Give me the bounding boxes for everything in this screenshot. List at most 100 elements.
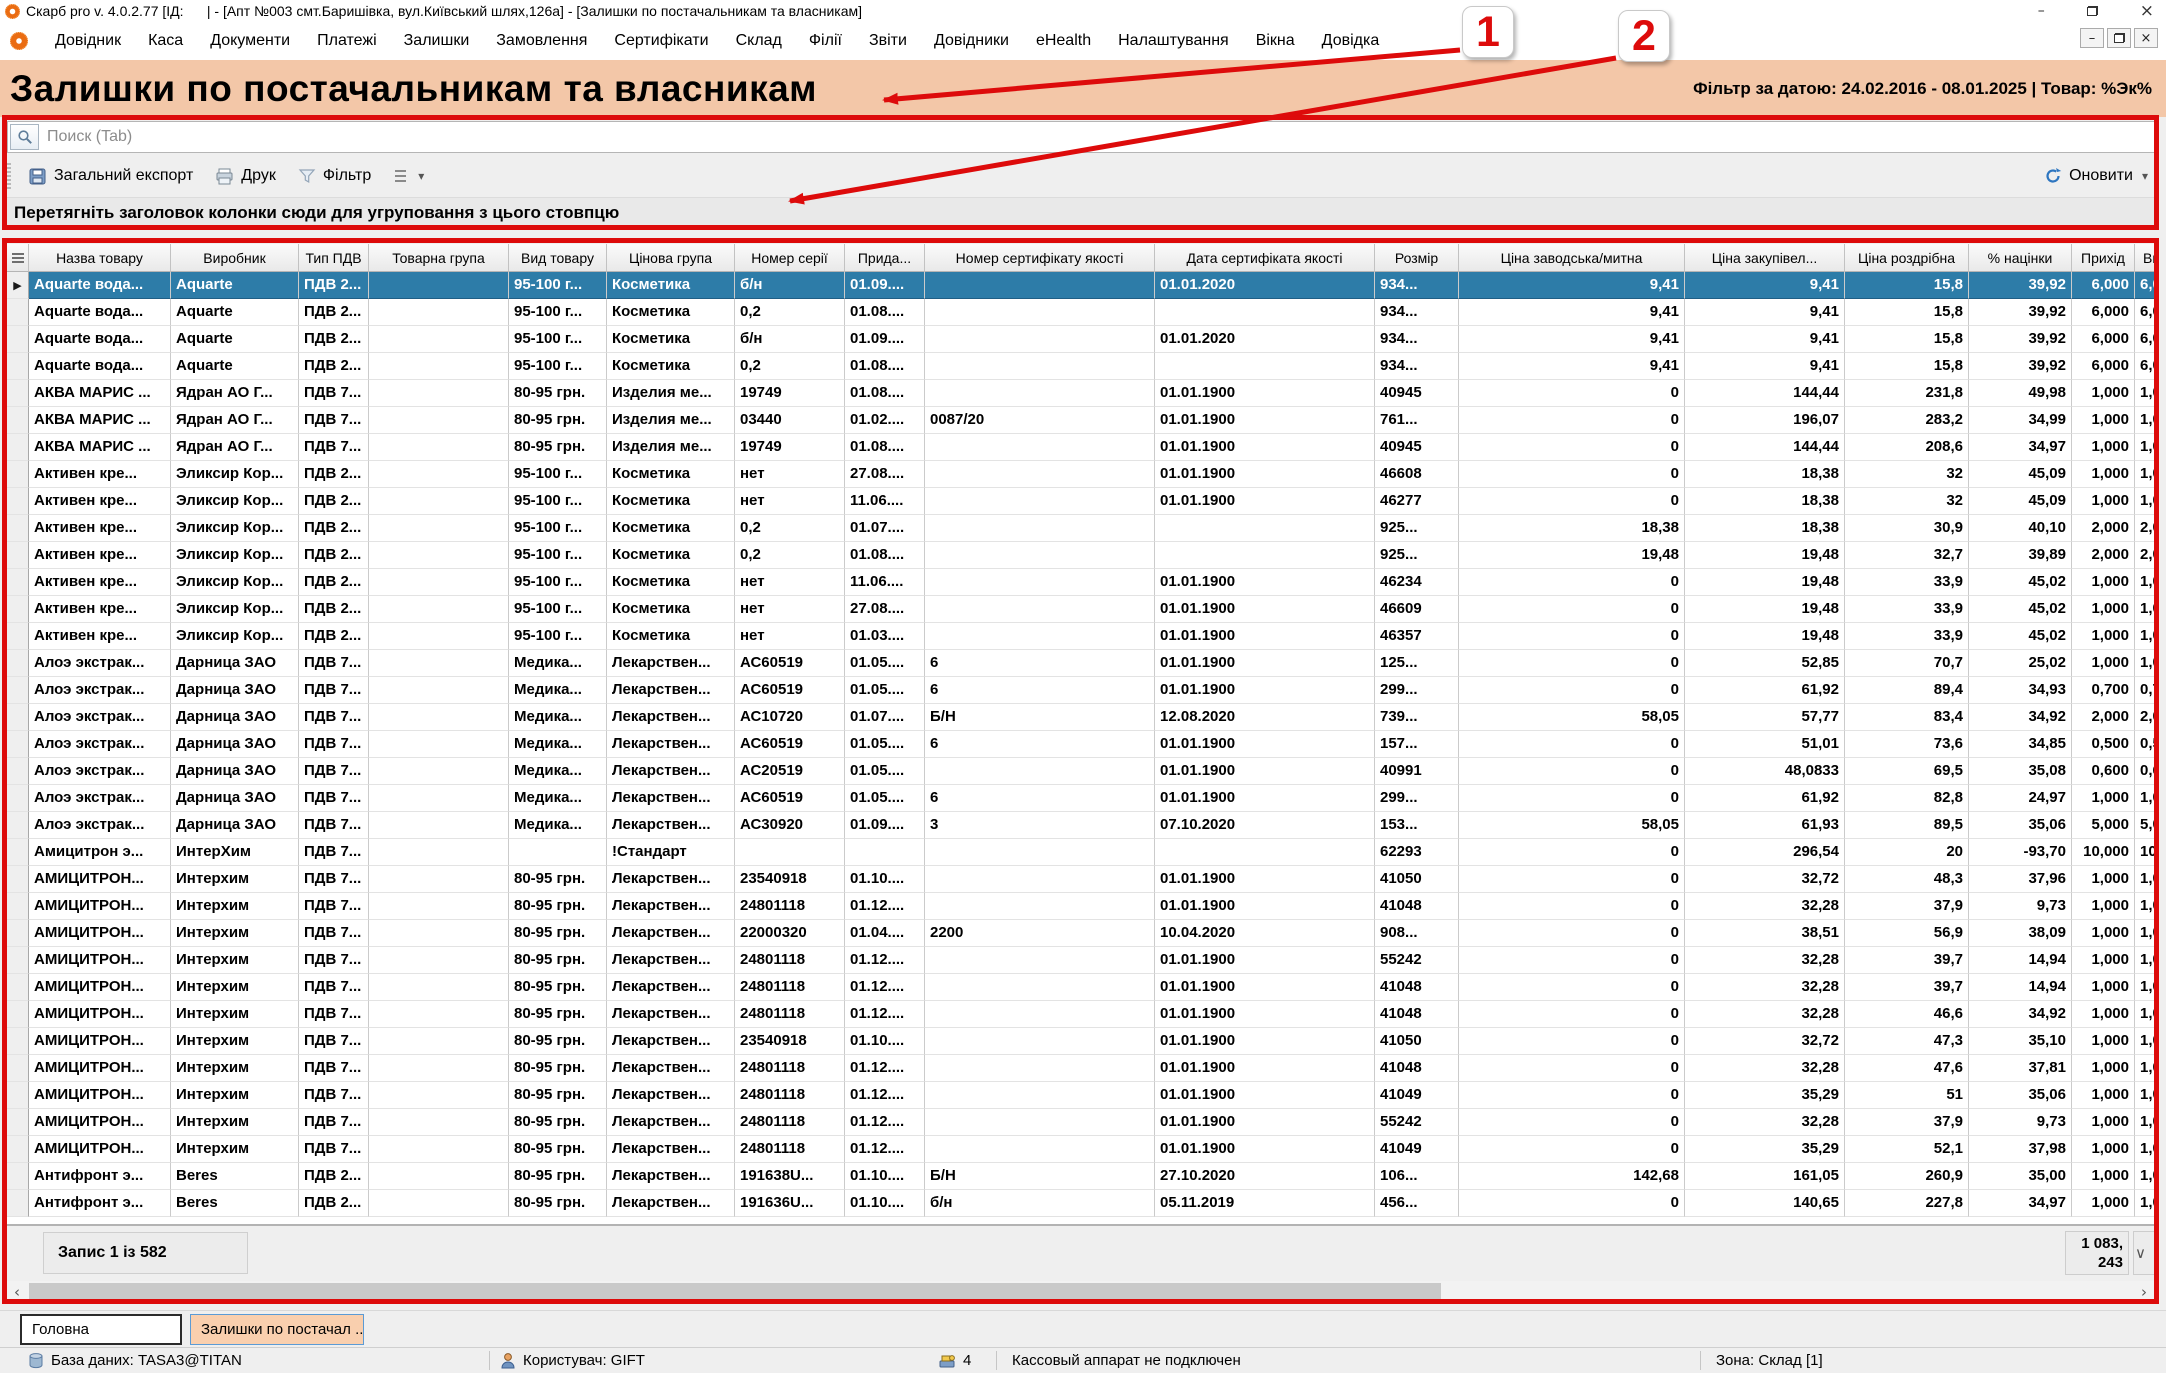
cell[interactable] xyxy=(925,1109,1155,1136)
cell[interactable]: 37,81 xyxy=(1969,1055,2072,1082)
cell[interactable]: 1,0 xyxy=(2135,596,2156,623)
cell[interactable] xyxy=(369,623,509,650)
cell[interactable]: 19,48 xyxy=(1685,569,1845,596)
cell[interactable]: 934... xyxy=(1375,326,1459,353)
search-icon[interactable] xyxy=(10,124,39,150)
cell[interactable]: 01.01.1900 xyxy=(1155,569,1375,596)
cell[interactable]: АМИЦИТРОН... xyxy=(29,947,171,974)
cell[interactable]: Лекарствен... xyxy=(607,1001,735,1028)
cell[interactable]: 24,97 xyxy=(1969,785,2072,812)
cell[interactable]: 55242 xyxy=(1375,947,1459,974)
cell[interactable]: 24801118 xyxy=(735,947,845,974)
cell[interactable]: 9,41 xyxy=(1685,299,1845,326)
cell[interactable] xyxy=(369,731,509,758)
cell[interactable]: 80-95 грн. xyxy=(509,947,607,974)
scroll-left-icon[interactable]: ‹ xyxy=(7,1281,27,1302)
cell[interactable]: 95-100 г... xyxy=(509,596,607,623)
cell[interactable]: АС60519 xyxy=(735,650,845,677)
cell[interactable]: 2200 xyxy=(925,920,1155,947)
cell[interactable]: 40991 xyxy=(1375,758,1459,785)
cell[interactable]: Эликсир Кор... xyxy=(171,488,299,515)
cell[interactable]: Лекарствен... xyxy=(607,731,735,758)
cell[interactable]: 01.01.1900 xyxy=(1155,1001,1375,1028)
cell[interactable]: 46,6 xyxy=(1845,1001,1969,1028)
cell[interactable] xyxy=(925,272,1155,299)
cell[interactable]: 82,8 xyxy=(1845,785,1969,812)
cell[interactable] xyxy=(369,1136,509,1163)
cell[interactable]: 38,51 xyxy=(1685,920,1845,947)
cell[interactable]: 32,72 xyxy=(1685,866,1845,893)
cell[interactable]: 15,8 xyxy=(1845,299,1969,326)
cell[interactable]: Лекарствен... xyxy=(607,785,735,812)
cell[interactable]: Интерхим xyxy=(171,893,299,920)
cell[interactable] xyxy=(845,839,925,866)
cell[interactable]: Косметика xyxy=(607,542,735,569)
cell[interactable]: Интерхим xyxy=(171,866,299,893)
cell[interactable]: 58,05 xyxy=(1459,812,1685,839)
cell[interactable]: 6,000 xyxy=(2072,326,2135,353)
cell[interactable]: 89,5 xyxy=(1845,812,1969,839)
cell[interactable]: 01.01.1900 xyxy=(1155,380,1375,407)
cell[interactable]: 1,000 xyxy=(2072,1136,2135,1163)
cell[interactable]: нет xyxy=(735,569,845,596)
cell[interactable] xyxy=(925,1028,1155,1055)
cell[interactable]: Лекарствен... xyxy=(607,758,735,785)
cell[interactable]: б/н xyxy=(735,326,845,353)
cell[interactable]: 01.12.... xyxy=(845,1136,925,1163)
cell[interactable]: 208,6 xyxy=(1845,434,1969,461)
cell[interactable]: Дарница ЗАО xyxy=(171,704,299,731)
cell[interactable]: АМИЦИТРОН... xyxy=(29,1001,171,1028)
cell[interactable]: 49,98 xyxy=(1969,380,2072,407)
cell[interactable]: 80-95 грн. xyxy=(509,1001,607,1028)
menu-item-довідник[interactable]: Довідник xyxy=(55,32,121,50)
menu-item-сертифікати[interactable]: Сертифікати xyxy=(614,32,708,50)
cell[interactable]: Медика... xyxy=(509,785,607,812)
menu-item-вікна[interactable]: Вікна xyxy=(1256,32,1295,50)
cell[interactable]: 32,28 xyxy=(1685,893,1845,920)
cell[interactable]: 01.01.1900 xyxy=(1155,623,1375,650)
cell[interactable]: Ядран АО Г... xyxy=(171,407,299,434)
cell[interactable]: 1,000 xyxy=(2072,1001,2135,1028)
cell[interactable]: 6,000 xyxy=(2072,272,2135,299)
cell[interactable]: Эликсир Кор... xyxy=(171,461,299,488)
cell[interactable]: 01.05.... xyxy=(845,731,925,758)
cell[interactable]: ПДВ 2... xyxy=(299,326,369,353)
cell[interactable]: ПДВ 7... xyxy=(299,407,369,434)
table-row[interactable]: АКВА МАРИС ...Ядран АО Г...ПДВ 7...80-95… xyxy=(7,380,2156,407)
menu-item-склад[interactable]: Склад xyxy=(736,32,782,50)
cell[interactable]: 48,3 xyxy=(1845,866,1969,893)
cell[interactable]: 01.07.... xyxy=(845,515,925,542)
cell[interactable] xyxy=(925,1136,1155,1163)
cell[interactable] xyxy=(369,596,509,623)
column-header[interactable]: Товарна група xyxy=(369,244,509,272)
cell[interactable]: 0 xyxy=(1459,434,1685,461)
table-row[interactable]: Алоэ экстрак...Дарница ЗАОПДВ 7...Медика… xyxy=(7,677,2156,704)
cell[interactable]: 48,0833 xyxy=(1685,758,1845,785)
cell[interactable]: 10,000 xyxy=(2072,839,2135,866)
cell[interactable]: 01.01.1900 xyxy=(1155,407,1375,434)
cell[interactable]: 35,06 xyxy=(1969,1082,2072,1109)
cell[interactable]: Aquarte вода... xyxy=(29,326,171,353)
mdi-minimize-icon[interactable]: – xyxy=(2080,28,2104,48)
cell[interactable]: Активен кре... xyxy=(29,623,171,650)
cell[interactable]: 01.08.... xyxy=(845,380,925,407)
cell[interactable]: 196,07 xyxy=(1685,407,1845,434)
cell[interactable]: 19,48 xyxy=(1685,542,1845,569)
cell[interactable]: ПДВ 7... xyxy=(299,1109,369,1136)
cell[interactable] xyxy=(1155,353,1375,380)
cell[interactable]: Активен кре... xyxy=(29,488,171,515)
cell[interactable]: 55242 xyxy=(1375,1109,1459,1136)
cell[interactable]: Медика... xyxy=(509,812,607,839)
cell[interactable]: Изделия ме... xyxy=(607,380,735,407)
cell[interactable]: 0 xyxy=(1459,1055,1685,1082)
cell[interactable]: 95-100 г... xyxy=(509,542,607,569)
menu-item-довідка[interactable]: Довідка xyxy=(1322,32,1380,50)
cell[interactable]: 01.01.1900 xyxy=(1155,1109,1375,1136)
cell[interactable]: 0 xyxy=(1459,407,1685,434)
cell[interactable]: 6,000 xyxy=(2072,299,2135,326)
cell[interactable]: Активен кре... xyxy=(29,515,171,542)
cell[interactable]: Дарница ЗАО xyxy=(171,812,299,839)
cell[interactable]: 15,8 xyxy=(1845,272,1969,299)
cell[interactable]: Медика... xyxy=(509,704,607,731)
table-row[interactable]: Алоэ экстрак...Дарница ЗАОПДВ 7...Медика… xyxy=(7,812,2156,839)
